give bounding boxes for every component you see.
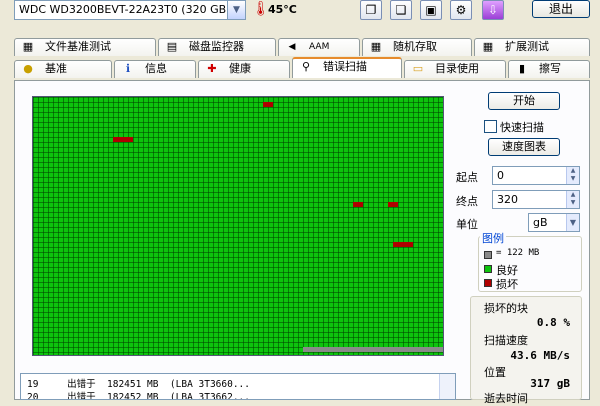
- tab-label: 健康: [229, 62, 251, 75]
- start-point-value: 0: [497, 169, 504, 182]
- error-log-list[interactable]: 19 出错于 182451 MB (LBA 3T3660... 20 出错于 1…: [20, 373, 456, 400]
- tab-disk-monitor[interactable]: ▤ 磁盘监控器: [158, 38, 276, 56]
- scan-speed-value: 43.6 MB/s: [510, 349, 570, 362]
- drive-select-value: WDC WD3200BEVT-22A23T0 (320 GB): [19, 3, 231, 16]
- position-value: 317 gB: [530, 377, 570, 390]
- trash-icon: ▮: [518, 62, 526, 75]
- random-access-icon: ▦: [370, 40, 382, 53]
- damaged-block: [388, 202, 398, 207]
- unit-label: 单位: [456, 218, 478, 231]
- start-point-label: 起点: [456, 171, 478, 184]
- temperature-readout: 45°C: [268, 3, 297, 16]
- legend-block-size: = 122 MB: [496, 248, 540, 258]
- tab-error-scan[interactable]: ⚲ 错误扫描: [292, 57, 402, 78]
- tab-erase[interactable]: ▮ 擦写: [508, 60, 590, 78]
- legend-swatch-good: [484, 265, 492, 273]
- damaged-blocks-label: 损坏的块: [484, 302, 528, 315]
- chevron-down-icon[interactable]: ▼: [566, 214, 579, 231]
- folder-icon: ▭: [412, 62, 424, 75]
- exit-button[interactable]: 退出: [532, 0, 590, 18]
- copy-icon[interactable]: ❐: [360, 0, 382, 20]
- legend-swatch-grey: [484, 251, 492, 259]
- tab-label: 目录使用: [435, 62, 479, 75]
- tab-random-access[interactable]: ▦ 随机存取: [362, 38, 472, 56]
- drive-select[interactable]: WDC WD3200BEVT-22A23T0 (320 GB) ▼: [14, 0, 246, 20]
- unscanned-region: [303, 347, 443, 352]
- quick-scan-checkbox[interactable]: [484, 120, 497, 133]
- download-icon[interactable]: ⇩: [482, 0, 504, 20]
- extended-test-icon: ▦: [482, 40, 494, 53]
- unit-select[interactable]: gB ▼: [528, 213, 580, 232]
- save-icon[interactable]: ▣: [420, 0, 442, 20]
- tab-label: AAM: [309, 42, 330, 52]
- start-button[interactable]: 开始: [488, 92, 560, 110]
- tab-benchmark[interactable]: ● 基准: [14, 60, 112, 78]
- tab-aam[interactable]: ◀ AAM: [278, 38, 360, 56]
- damaged-block: [353, 202, 363, 207]
- tab-label: 随机存取: [393, 40, 437, 53]
- speaker-icon: ◀: [288, 42, 296, 52]
- tab-directory-usage[interactable]: ▭ 目录使用: [404, 60, 506, 78]
- legend-damaged: 损坏: [496, 278, 518, 291]
- unit-value: gB: [533, 216, 548, 229]
- scan-speed-label: 扫描速度: [484, 334, 528, 347]
- tab-label: 磁盘监控器: [189, 40, 244, 53]
- tab-label: 基准: [45, 62, 67, 75]
- copy-info-icon[interactable]: ❏: [390, 0, 412, 20]
- thermometer-icon: 🌡: [252, 1, 270, 17]
- tab-extended-test[interactable]: ▦ 扩展测试: [474, 38, 590, 56]
- end-point-input[interactable]: 320 ▲ ▼: [492, 190, 580, 209]
- tab-info[interactable]: ℹ 信息: [114, 60, 196, 78]
- tab-label: 擦写: [539, 62, 561, 75]
- elapsed-time-label: 逝去时间: [484, 392, 528, 405]
- quick-scan-label: 快速扫描: [500, 121, 544, 134]
- scan-grid: [32, 96, 444, 356]
- tab-label: 文件基准测试: [45, 40, 111, 53]
- speed-map-button[interactable]: 速度图表: [488, 138, 560, 156]
- disk-monitor-icon: ▤: [166, 40, 178, 53]
- end-point-label: 终点: [456, 195, 478, 208]
- file-benchmark-icon: ▦: [22, 40, 34, 53]
- tab-label: 信息: [145, 62, 167, 75]
- chevron-down-icon[interactable]: ▼: [227, 1, 245, 19]
- log-row[interactable]: 20 出错于 182452 MB (LBA 3T3662...: [27, 389, 250, 400]
- start-point-input[interactable]: 0 ▲ ▼: [492, 166, 580, 185]
- health-icon: ✚: [207, 62, 217, 75]
- end-point-value: 320: [497, 193, 518, 206]
- log-row[interactable]: 19 出错于 182451 MB (LBA 3T3660...: [27, 376, 250, 390]
- tab-file-benchmark[interactable]: ▦ 文件基准测试: [14, 38, 156, 56]
- tab-health[interactable]: ✚ 健康: [198, 60, 290, 78]
- spin-arrows-icon[interactable]: ▲ ▼: [566, 167, 579, 184]
- spin-arrows-icon[interactable]: ▲ ▼: [566, 191, 579, 208]
- damaged-blocks-value: 0.8 %: [536, 316, 570, 329]
- log-row-number: 20: [27, 392, 39, 400]
- legend-swatch-damaged: [484, 279, 492, 287]
- log-scrollbar[interactable]: [439, 374, 455, 399]
- info-icon: ℹ: [125, 62, 131, 75]
- damaged-block: [393, 242, 413, 247]
- log-row-text: 出错于 182452 MB (LBA 3T3662...: [67, 392, 250, 400]
- damaged-block: [263, 102, 273, 107]
- damaged-block: [113, 137, 133, 142]
- tab-label: 扩展测试: [505, 40, 549, 53]
- magnifier-icon: ⚲: [301, 60, 311, 73]
- legend-title: 图例: [480, 230, 506, 246]
- tab-label: 错误扫描: [323, 60, 367, 73]
- benchmark-icon: ●: [23, 62, 33, 75]
- options-icon[interactable]: ⚙: [450, 0, 472, 20]
